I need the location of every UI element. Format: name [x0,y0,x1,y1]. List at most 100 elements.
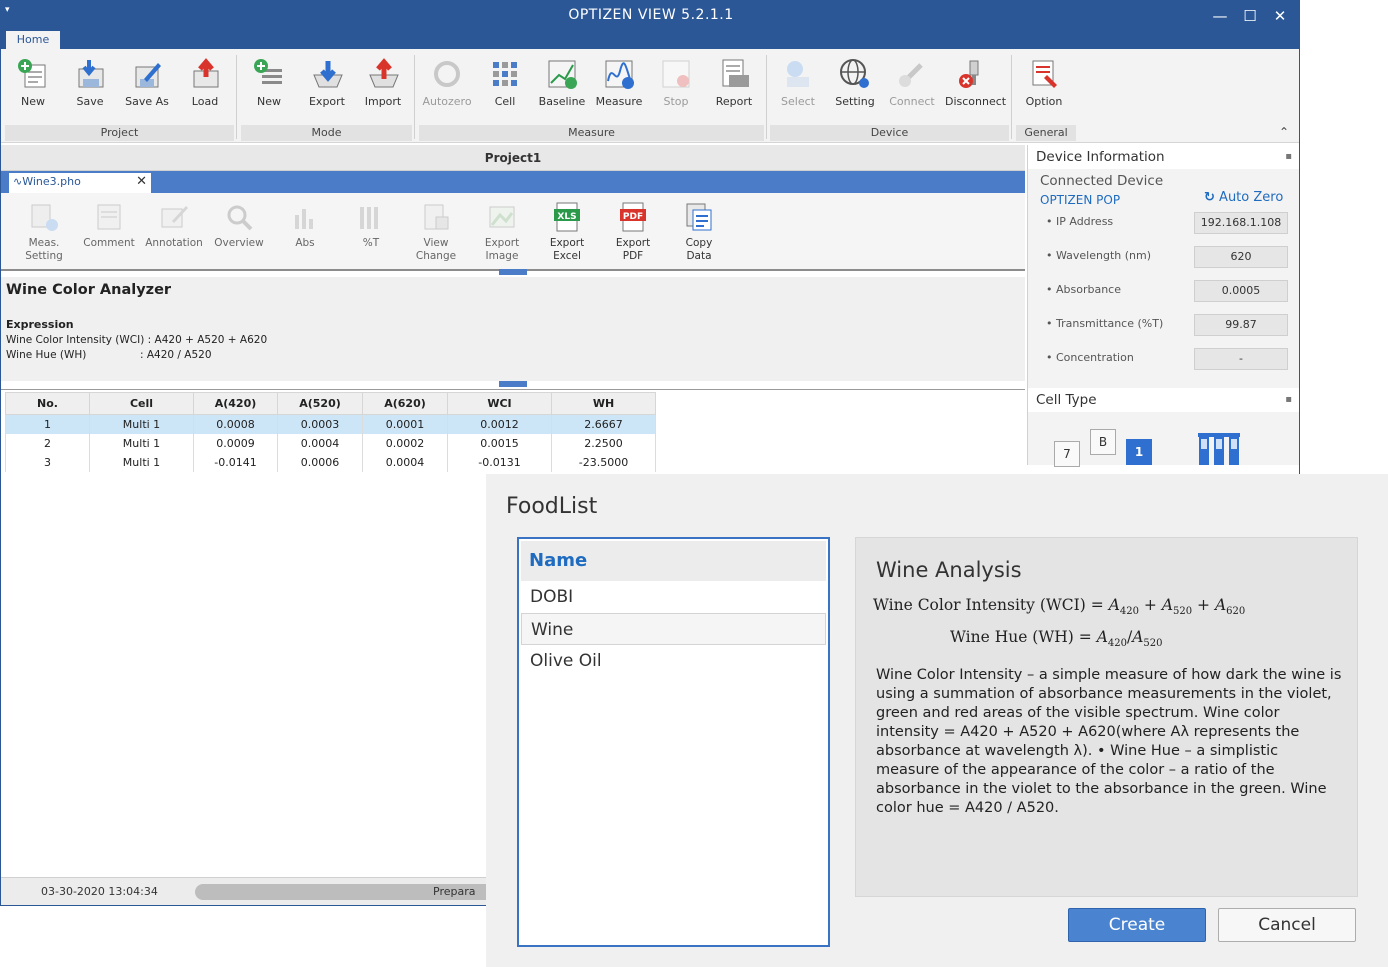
cell-position-7[interactable]: 7 [1054,441,1080,467]
collapse-ribbon-icon[interactable]: ⌃ [1279,125,1289,139]
option-button[interactable]: Option [1016,57,1072,117]
annotation-button[interactable]: Annotation [143,201,205,250]
pin-icon[interactable]: ▪ [1285,388,1292,412]
baseline-button[interactable]: Baseline [534,57,590,117]
pdf-icon: PDF [620,202,646,232]
ip-address-label: • IP Address [1046,215,1114,228]
image-icon [489,206,515,228]
progress-text: Prepara [433,885,476,898]
import-button[interactable]: Import [355,57,411,117]
save-as-button[interactable]: Save As [119,57,175,117]
col-header-a520[interactable]: A(520) [277,392,363,415]
setting-button[interactable]: Setting [827,57,883,117]
stop-button[interactable]: Stop [648,57,704,117]
col-header-a620[interactable]: A(620) [362,392,448,415]
wci-formula: Wine Color Intensity (WCI) = A420 + A520… [873,596,1246,618]
multi-cell-holder-icon [1198,433,1240,465]
load-button[interactable]: Load [177,57,233,117]
wci-expression: Wine Color Intensity (WCI) : A420 + A520… [6,334,268,346]
cell-type-header: Cell Type ▪ [1028,388,1299,412]
document-toolbar: Meas. Setting Comment Annotation Overview… [1,193,1025,271]
col-header-wh[interactable]: WH [551,392,656,415]
view-change-button[interactable]: View Change [405,201,467,263]
transmittance-chart-icon [360,207,378,229]
report-button[interactable]: Report [706,57,762,117]
minimize-button[interactable]: — [1205,4,1235,28]
list-item-wine[interactable]: Wine [521,613,826,645]
disconnect-icon [959,60,979,88]
copy-data-button[interactable]: Copy Data [668,201,730,263]
toolbar-splitter-handle[interactable] [499,269,527,275]
col-header-a420[interactable]: A(420) [193,392,278,415]
analysis-detail-panel: Wine Analysis Wine Color Intensity (WCI)… [855,537,1358,897]
autozero-button[interactable]: Autozero [419,57,475,117]
measure-button[interactable]: Measure [591,57,647,117]
cancel-button[interactable]: Cancel [1218,908,1356,942]
import-icon [369,58,399,88]
export-image-button[interactable]: Export Image [471,201,533,263]
tab-wine3-pho[interactable]: ∿Wine3.pho ✕ [9,173,151,193]
col-header-no[interactable]: No. [5,392,90,415]
new-file-icon [18,59,46,88]
list-header-name[interactable]: Name [521,541,826,581]
meas-setting-button[interactable]: Meas. Setting [13,201,75,263]
transmittance-value: 99.87 [1194,314,1288,336]
copy-data-icon [686,203,712,231]
wh-expression-label: Wine Hue (WH) [6,349,87,361]
overview-button[interactable]: Overview [208,201,270,250]
select-icon [787,61,809,87]
autozero-icon [434,61,460,87]
maximize-button[interactable]: ☐ [1235,4,1265,28]
measure-icon [605,60,634,89]
group-general: General [1016,125,1076,141]
device-info-header: Device Information ▪ [1028,145,1299,169]
comment-button[interactable]: Comment [78,201,140,250]
disconnect-button[interactable]: Disconnect [945,57,1006,117]
cell-position-1[interactable]: 1 [1126,439,1152,465]
connect-button[interactable]: Connect [884,57,940,117]
auto-zero-button[interactable]: ↻ Auto Zero [1204,190,1283,205]
foodlist-dialog: FoodList Name DOBI Wine Olive Oil Wine A… [486,474,1388,967]
export-button[interactable]: Export [299,57,355,117]
absorbance-value: 0.0005 [1194,280,1288,302]
group-device: Device [770,125,1009,141]
export-pdf-button[interactable]: PDF Export PDF [602,201,664,263]
table-row[interactable]: 3 Multi 1 -0.0141 0.0006 0.0004 -0.0131 -23.50… [5,452,656,472]
cell-button[interactable]: Cell [477,57,533,117]
food-name-list[interactable]: Name DOBI Wine Olive Oil [517,537,830,947]
pct-t-button[interactable]: %T [340,201,402,250]
annotation-icon [161,206,188,228]
group-project: Project [5,125,234,141]
export-excel-button[interactable]: XLS Export Excel [536,201,598,263]
connect-icon [899,63,923,87]
wh-expression: : A420 / A520 [140,349,212,361]
stop-icon [662,60,690,88]
ip-address-value: 192.168.1.108 [1194,212,1288,234]
transmittance-label: • Transmittance (%T) [1046,317,1164,330]
create-button[interactable]: Create [1068,908,1206,942]
close-button[interactable]: ✕ [1265,4,1295,28]
tab-home[interactable]: Home [6,31,60,49]
new-mode-button[interactable]: New [241,57,297,117]
svg-text:XLS: XLS [557,212,576,222]
absorbance-label: • Absorbance [1046,283,1121,296]
new-project-button[interactable]: New [5,57,61,117]
abs-button[interactable]: Abs [274,201,336,250]
panel-splitter-handle[interactable] [499,381,527,387]
list-item-dobi[interactable]: DOBI [521,581,826,613]
select-button[interactable]: Select [770,57,826,117]
window-title: OPTIZEN VIEW 5.2.1.1 [568,7,734,23]
analyzer-panel: Wine Color Analyzer Expression Wine Colo… [1,277,1025,381]
report-icon [722,59,749,87]
wavelength-value: 620 [1194,246,1288,268]
col-header-wci[interactable]: WCI [447,392,552,415]
close-tab-icon[interactable]: ✕ [136,173,147,191]
pin-icon[interactable]: ▪ [1285,145,1292,169]
table-row[interactable]: 2 Multi 1 0.0009 0.0004 0.0002 0.0015 2.2500 [5,433,656,453]
table-row[interactable]: 1 Multi 1 0.0008 0.0003 0.0001 0.0012 2.6667 [5,414,656,434]
save-button[interactable]: Save [62,57,118,117]
list-item-olive-oil[interactable]: Olive Oil [521,645,826,677]
cell-type-title: Cell Type [1036,392,1097,408]
col-header-cell[interactable]: Cell [89,392,194,415]
cell-position-blank[interactable]: B [1090,429,1116,455]
